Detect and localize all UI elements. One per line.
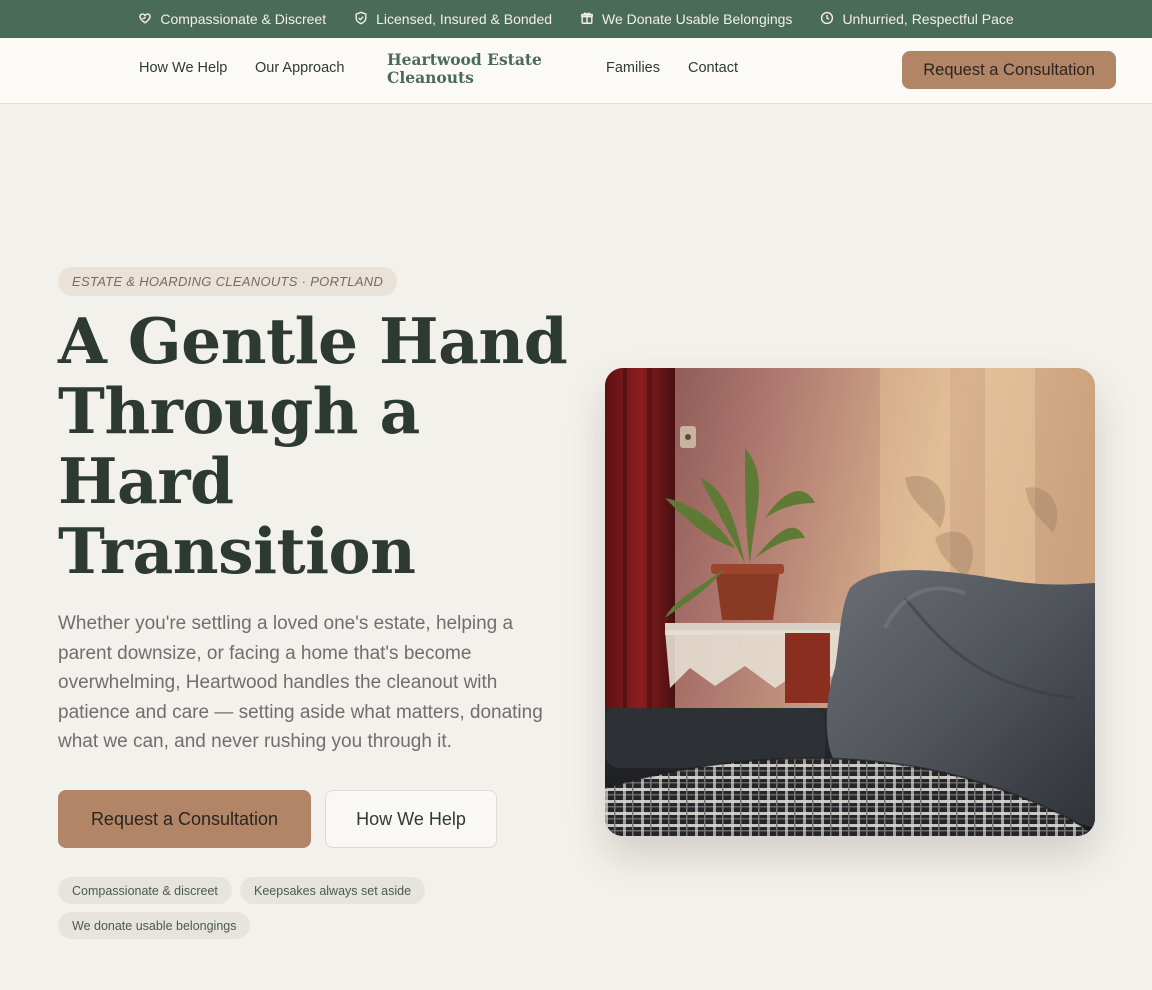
brand-logo[interactable]: Heartwood Estate Cleanouts	[387, 51, 557, 87]
gift-icon	[580, 11, 594, 28]
nav-families[interactable]: Families	[606, 60, 660, 76]
trust-item-label: Compassionate & Discreet	[160, 11, 327, 27]
trust-bar: Compassionate & Discreet Licensed, Insur…	[0, 0, 1152, 38]
hero-headline: A Gentle Hand Through a Hard Transition	[58, 304, 568, 588]
trust-item-licensed: Licensed, Insured & Bonded	[354, 11, 552, 28]
nav-contact[interactable]: Contact	[688, 60, 738, 76]
trust-item-pace: Unhurried, Respectful Pace	[820, 11, 1014, 28]
shield-icon	[354, 11, 368, 28]
trust-item-compassionate: Compassionate & Discreet	[138, 11, 326, 28]
trust-item-label: We Donate Usable Belongings	[602, 11, 793, 27]
hero-eyebrow: ESTATE & HOARDING CLEANOUTS · PORTLAND	[58, 267, 398, 296]
how-we-help-button[interactable]: How We Help	[325, 790, 497, 848]
nav-how-we-help[interactable]: How We Help	[139, 60, 227, 76]
hero-photo	[605, 368, 1095, 836]
trust-item-label: Licensed, Insured & Bonded	[376, 11, 553, 27]
feature-chip-donate: We donate usable belongings	[58, 912, 251, 939]
header-consultation-button[interactable]: Request a Consultation	[902, 51, 1116, 89]
hero-description: Whether you're settling a loved one's es…	[58, 613, 543, 753]
clock-icon	[820, 11, 834, 28]
trust-item-donate: We Donate Usable Belongings	[580, 11, 792, 28]
feature-chip-compassionate: Compassionate & discreet	[58, 877, 232, 904]
request-consultation-button[interactable]: Request a Consultation	[58, 790, 311, 848]
nav-our-approach[interactable]: Our Approach	[255, 60, 344, 76]
site-header: How We Help Our Approach Heartwood Estat…	[0, 38, 1152, 104]
heart-hands-icon	[138, 11, 152, 28]
trust-item-label: Unhurried, Respectful Pace	[842, 11, 1014, 27]
feature-chip-keepsakes: Keepsakes always set aside	[240, 877, 426, 904]
